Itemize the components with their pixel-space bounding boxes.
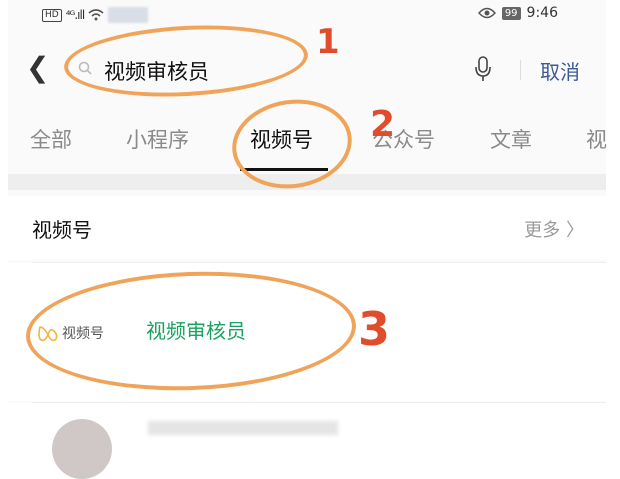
blurred-notification-icons (108, 7, 149, 23)
section-title: 视频号 (32, 218, 92, 242)
annotation-number-2: 2 (370, 104, 396, 145)
status-bar: HD ⁴ᴳ.ıll 99 9:46 (8, 0, 606, 30)
tab-articles[interactable]: 文章 (490, 124, 532, 154)
hd-badge: HD (42, 8, 62, 22)
annotation-number-1: 1 (316, 22, 340, 62)
back-icon[interactable]: ❮ (26, 54, 49, 82)
next-result-row[interactable] (8, 403, 606, 479)
avatar (52, 419, 112, 479)
cancel-button[interactable]: 取消 (540, 56, 580, 85)
eye-icon (477, 7, 496, 19)
battery-icon: 99 (501, 6, 521, 20)
status-left: HD ⁴ᴳ.ıll (42, 7, 149, 23)
annotation-number-3: 3 (358, 302, 391, 356)
wifi-icon (88, 9, 104, 21)
microphone-icon[interactable] (474, 56, 492, 82)
tab-mini-programs[interactable]: 小程序 (126, 124, 189, 154)
tab-all[interactable]: 全部 (30, 124, 72, 154)
clock: 9:46 (526, 5, 558, 21)
tab-more-truncated[interactable]: 视 (586, 124, 607, 154)
status-right: 99 9:46 (477, 5, 558, 21)
more-link[interactable]: 更多 〉 (524, 216, 584, 242)
search-divider (520, 60, 521, 80)
signal-icon: ⁴ᴳ.ıll (65, 8, 86, 22)
blurred-account-name (148, 421, 338, 435)
channels-section-header: 视频号 更多 〉 (8, 196, 606, 260)
